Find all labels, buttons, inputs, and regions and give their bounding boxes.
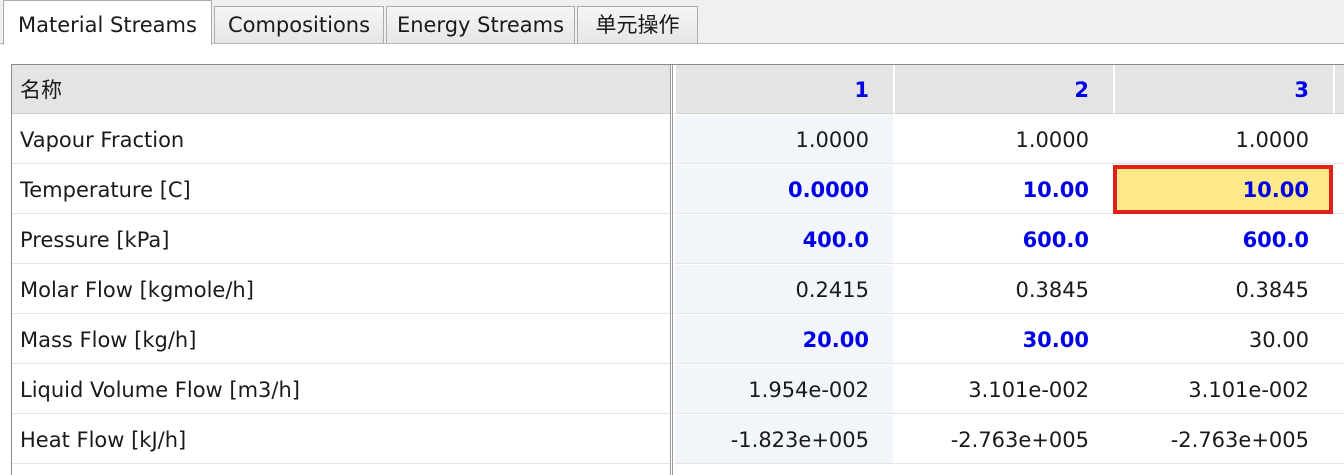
row-label: Heat Flow [kJ/h] [12, 415, 670, 464]
stream-column-header[interactable]: 3 [1113, 65, 1333, 114]
table-row: Mass Flow [kg/h] 20.00 30.00 30.00 [12, 315, 1344, 365]
tab-strip: Material Streams Compositions Energy Str… [0, 0, 1344, 45]
tab-unit-operations[interactable]: 单元操作 [577, 6, 698, 43]
value-cell[interactable]: 0.2415 [674, 265, 893, 314]
value-cell[interactable] [1333, 215, 1344, 264]
stream-column-header[interactable]: 1 [674, 65, 893, 114]
row-label: Liquid Volume Flow [m3/h] [12, 365, 670, 414]
value-cell[interactable]: 0.0000 [674, 165, 893, 214]
value-cell[interactable]: -2.763e+005 [893, 415, 1113, 464]
name-column-header: 名称 [12, 65, 670, 114]
row-label: Vapour Fraction [12, 115, 670, 164]
value-cell[interactable]: 20.00 [674, 315, 893, 364]
worksheet-panel: 名称 1 2 3 Vapour Fraction 1.0000 1.0000 1… [0, 44, 1344, 475]
table-row: Vapour Fraction 1.0000 1.0000 1.0000 [12, 115, 1344, 165]
value-cell[interactable]: -2.763e+005 [1113, 415, 1333, 464]
tab-energy-streams[interactable]: Energy Streams [386, 6, 575, 43]
row-label: Pressure [kPa] [12, 215, 670, 264]
value-cell[interactable]: 0.3845 [1113, 265, 1333, 314]
value-cell[interactable] [1333, 315, 1344, 364]
table-row: Heat Flow [kJ/h] -1.823e+005 -2.763e+005… [12, 415, 1344, 465]
frozen-column-divider[interactable] [670, 65, 673, 475]
table-row: Molar Flow [kgmole/h] 0.2415 0.3845 0.38… [12, 265, 1344, 315]
stream-column-header[interactable]: 2 [893, 65, 1113, 114]
stream-column-header[interactable] [1333, 65, 1344, 114]
value-cell[interactable]: -1.823e+005 [674, 415, 893, 464]
value-cell[interactable]: 1.0000 [1113, 115, 1333, 164]
row-label: Mass Flow [kg/h] [12, 315, 670, 364]
stream-grid: 名称 1 2 3 Vapour Fraction 1.0000 1.0000 1… [11, 64, 1344, 475]
table-row: Pressure [kPa] 400.0 600.0 600.0 [12, 215, 1344, 265]
value-cell[interactable]: 0.3845 [893, 265, 1113, 314]
value-cell[interactable] [1333, 165, 1344, 214]
value-cell[interactable]: 3.101e-002 [893, 365, 1113, 414]
table-row: Temperature [C] 0.0000 10.00 10.00 [12, 165, 1344, 215]
value-cell[interactable] [1333, 365, 1344, 414]
value-cell[interactable]: 1.0000 [674, 115, 893, 164]
value-cell[interactable]: 30.00 [893, 315, 1113, 364]
row-label: Temperature [C] [12, 165, 670, 214]
table-row: Liquid Volume Flow [m3/h] 1.954e-002 3.1… [12, 365, 1344, 415]
value-cell[interactable]: 30.00 [1113, 315, 1333, 364]
row-label: Molar Flow [kgmole/h] [12, 265, 670, 314]
value-cell[interactable]: 3.101e-002 [1113, 365, 1333, 414]
selected-value-cell[interactable]: 10.00 [1113, 165, 1333, 214]
value-cell[interactable]: 10.00 [893, 165, 1113, 214]
value-cell[interactable]: 400.0 [674, 215, 893, 264]
grid-header-row: 名称 1 2 3 [12, 65, 1344, 115]
value-cell[interactable]: 600.0 [1113, 215, 1333, 264]
value-cell[interactable]: 600.0 [893, 215, 1113, 264]
value-cell[interactable]: 1.954e-002 [674, 365, 893, 414]
value-cell[interactable] [1333, 415, 1344, 464]
tab-material-streams[interactable]: Material Streams [3, 0, 212, 45]
value-cell[interactable]: 1.0000 [893, 115, 1113, 164]
tab-compositions[interactable]: Compositions [214, 6, 384, 43]
value-cell[interactable] [1333, 115, 1344, 164]
value-cell[interactable] [1333, 265, 1344, 314]
